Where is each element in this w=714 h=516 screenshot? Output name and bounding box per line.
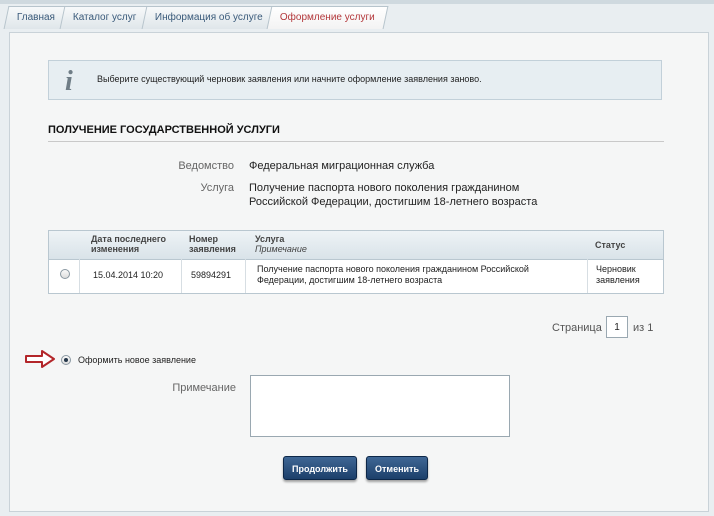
header-date: Дата последнего изменения bbox=[91, 234, 166, 254]
page-number-input[interactable]: 1 bbox=[606, 316, 628, 338]
table-row[interactable]: 15.04.2014 10:20 59894291 Получение пасп… bbox=[49, 259, 663, 293]
tab-catalog-label: Каталог услуг bbox=[72, 12, 137, 23]
service-value-line1: Получение паспорта нового поколения граж… bbox=[249, 182, 520, 194]
info-message: Выберите существующий черновик заявления… bbox=[97, 74, 482, 84]
drafts-table: Дата последнего изменения Номер заявлени… bbox=[48, 230, 664, 294]
row-service: Получение паспорта нового поколения граж… bbox=[257, 264, 529, 286]
top-strip bbox=[0, 0, 714, 4]
tab-service-info-label: Информация об услуге bbox=[154, 12, 263, 23]
row-status-line1: Черновик bbox=[596, 264, 636, 274]
arrow-right-icon bbox=[25, 350, 55, 368]
note-label: Примечание bbox=[172, 382, 236, 394]
header-number-line2: заявления bbox=[189, 244, 236, 254]
row-status: Черновик заявления bbox=[596, 264, 640, 286]
breadcrumb: Главная Каталог услуг Информация об услу… bbox=[3, 6, 389, 30]
header-date-line1: Дата последнего bbox=[91, 234, 167, 244]
row-date: 15.04.2014 10:20 bbox=[93, 270, 164, 280]
new-application-label[interactable]: Оформить новое заявление bbox=[78, 355, 196, 365]
pager-total: из 1 bbox=[633, 322, 654, 334]
row-service-line2: Федерации, достигшим 18-летнего возраста bbox=[257, 275, 443, 285]
header-note-label: Примечание bbox=[255, 244, 307, 254]
agency-value: Федеральная миграционная служба bbox=[249, 160, 435, 172]
pager-label: Страница bbox=[552, 322, 602, 334]
section-divider bbox=[48, 141, 664, 142]
header-number: Номер заявления bbox=[189, 234, 236, 254]
tab-catalog[interactable]: Каталог услуг bbox=[59, 6, 151, 29]
note-textarea[interactable] bbox=[250, 375, 510, 437]
header-status: Статус bbox=[595, 240, 626, 250]
info-icon: i bbox=[65, 66, 73, 97]
table-header: Дата последнего изменения Номер заявлени… bbox=[49, 231, 663, 260]
agency-label: Ведомство bbox=[178, 160, 234, 172]
row-service-line1: Получение паспорта нового поколения граж… bbox=[257, 264, 529, 274]
new-application-radio[interactable] bbox=[61, 355, 71, 365]
tab-home-label: Главная bbox=[16, 12, 55, 23]
row-status-line2: заявления bbox=[596, 275, 640, 285]
header-date-line2: изменения bbox=[91, 244, 140, 254]
service-value-line2: Российской Федерации, достигшим 18-летне… bbox=[249, 196, 538, 208]
cancel-button[interactable]: Отменить bbox=[366, 456, 428, 480]
info-box: i Выберите существующий черновик заявлен… bbox=[48, 60, 662, 100]
header-service-label: Услуга bbox=[255, 234, 285, 244]
tab-service-application[interactable]: Оформление услуги bbox=[266, 6, 389, 29]
section-title: ПОЛУЧЕНИЕ ГОСУДАРСТВЕННОЙ УСЛУГИ bbox=[48, 124, 280, 136]
row-number: 59894291 bbox=[191, 270, 232, 280]
tab-service-application-label: Оформление услуги bbox=[280, 12, 376, 23]
tab-service-info[interactable]: Информация об услуге bbox=[141, 6, 276, 29]
continue-button[interactable]: Продолжить bbox=[283, 456, 357, 480]
header-number-line1: Номер bbox=[189, 234, 219, 244]
row-select-radio[interactable] bbox=[60, 269, 70, 279]
header-service: Услуга Примечание bbox=[255, 234, 307, 254]
tab-home[interactable]: Главная bbox=[3, 6, 69, 29]
service-label: Услуга bbox=[200, 182, 234, 194]
